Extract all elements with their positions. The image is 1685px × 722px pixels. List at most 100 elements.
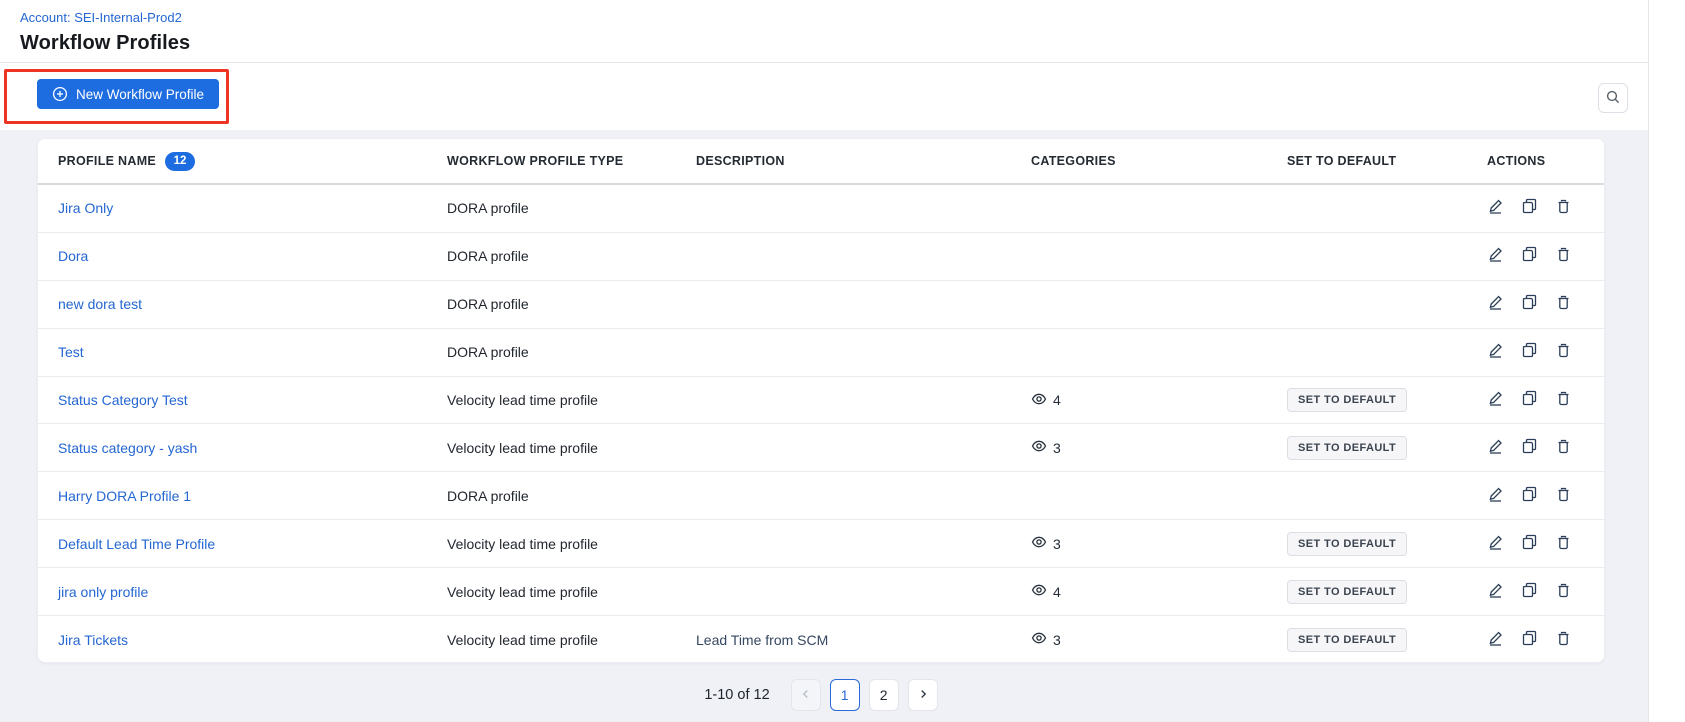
table-body: Jira Only DORA profile (38, 185, 1604, 663)
profile-name-link[interactable]: Jira Only (58, 200, 113, 216)
categories-count: 4 (1053, 392, 1061, 408)
account-breadcrumb[interactable]: Account: SEI-Internal-Prod2 (20, 10, 182, 25)
categories-count: 4 (1053, 584, 1061, 600)
profile-type: Velocity lead time profile (447, 632, 696, 648)
eye-icon (1031, 582, 1047, 601)
delete-button[interactable] (1555, 534, 1572, 554)
profile-type: DORA profile (447, 296, 696, 312)
delete-button[interactable] (1555, 582, 1572, 602)
search-icon (1605, 89, 1621, 108)
profile-name-link[interactable]: jira only profile (58, 584, 148, 600)
copy-button[interactable] (1521, 486, 1538, 506)
profile-name-link[interactable]: new dora test (58, 296, 142, 312)
edit-button[interactable] (1487, 390, 1504, 410)
delete-button[interactable] (1555, 342, 1572, 362)
profile-type: Velocity lead time profile (447, 440, 696, 456)
edit-button[interactable] (1487, 198, 1504, 218)
row-count-badge: 12 (165, 152, 195, 171)
copy-button[interactable] (1521, 294, 1538, 314)
table-row: new dora test DORA profile (38, 281, 1604, 329)
search-button[interactable] (1598, 83, 1628, 113)
copy-icon (1521, 198, 1538, 218)
chevron-left-icon (799, 687, 813, 704)
table-row: Jira Only DORA profile (38, 185, 1604, 233)
copy-button[interactable] (1521, 198, 1538, 218)
column-categories: CATEGORIES (1031, 154, 1287, 168)
delete-button[interactable] (1555, 630, 1572, 650)
edit-pencil-icon (1487, 342, 1504, 362)
profile-type: DORA profile (447, 200, 696, 216)
profile-name-link[interactable]: Dora (58, 248, 88, 264)
new-workflow-profile-button[interactable]: New Workflow Profile (37, 79, 219, 109)
delete-button[interactable] (1555, 438, 1572, 458)
edit-button[interactable] (1487, 486, 1504, 506)
edit-button[interactable] (1487, 294, 1504, 314)
trash-icon (1555, 438, 1572, 458)
categories-count: 3 (1053, 440, 1061, 456)
copy-icon (1521, 342, 1538, 362)
table-header-row: PROFILE NAME 12 WORKFLOW PROFILE TYPE DE… (38, 139, 1604, 185)
column-description: DESCRIPTION (696, 154, 1031, 168)
categories-count: 3 (1053, 536, 1061, 552)
edit-pencil-icon (1487, 438, 1504, 458)
delete-button[interactable] (1555, 246, 1572, 266)
pagination-prev-button[interactable] (791, 679, 821, 711)
trash-icon (1555, 294, 1572, 314)
copy-button[interactable] (1521, 534, 1538, 554)
edit-button[interactable] (1487, 438, 1504, 458)
trash-icon (1555, 342, 1572, 362)
profile-name-link[interactable]: Jira Tickets (58, 632, 128, 648)
pagination-page-1[interactable]: 1 (830, 679, 860, 711)
profile-type: DORA profile (447, 248, 696, 264)
edit-button[interactable] (1487, 246, 1504, 266)
copy-button[interactable] (1521, 342, 1538, 362)
categories-count: 3 (1053, 632, 1061, 648)
edit-button[interactable] (1487, 342, 1504, 362)
edit-button[interactable] (1487, 582, 1504, 602)
copy-button[interactable] (1521, 630, 1538, 650)
edit-button[interactable] (1487, 534, 1504, 554)
delete-button[interactable] (1555, 486, 1572, 506)
new-workflow-profile-label: New Workflow Profile (76, 87, 204, 102)
delete-button[interactable] (1555, 390, 1572, 410)
pagination-range: 1-10 of 12 (704, 687, 769, 703)
edit-button[interactable] (1487, 630, 1504, 650)
profile-name-link[interactable]: Test (58, 344, 84, 360)
set-to-default-badge: SET TO DEFAULT (1287, 436, 1407, 460)
pagination-page-2[interactable]: 2 (869, 679, 899, 711)
table-row: Status category - yash Velocity lead tim… (38, 424, 1604, 472)
profile-name-link[interactable]: Harry DORA Profile 1 (58, 488, 191, 504)
profile-name-link[interactable]: Status Category Test (58, 392, 188, 408)
copy-icon (1521, 246, 1538, 266)
eye-icon (1031, 438, 1047, 457)
trash-icon (1555, 630, 1572, 650)
trash-icon (1555, 486, 1572, 506)
workflow-profiles-page: Account: SEI-Internal-Prod2 Workflow Pro… (0, 0, 1685, 722)
copy-icon (1521, 486, 1538, 506)
delete-button[interactable] (1555, 198, 1572, 218)
delete-button[interactable] (1555, 294, 1572, 314)
copy-button[interactable] (1521, 438, 1538, 458)
profile-name-link[interactable]: Default Lead Time Profile (58, 536, 215, 552)
profiles-table: PROFILE NAME 12 WORKFLOW PROFILE TYPE DE… (37, 138, 1605, 663)
edit-pencil-icon (1487, 390, 1504, 410)
profile-name-link[interactable]: Status category - yash (58, 440, 197, 456)
copy-button[interactable] (1521, 582, 1538, 602)
profile-categories: 3 (1031, 534, 1061, 553)
profile-categories: 3 (1031, 630, 1061, 649)
plus-circle-icon (52, 86, 68, 102)
table-row: Status Category Test Velocity lead time … (38, 377, 1604, 425)
content-right-border (1648, 0, 1649, 722)
eye-icon (1031, 534, 1047, 553)
set-to-default-badge: SET TO DEFAULT (1287, 628, 1407, 652)
profile-type: Velocity lead time profile (447, 392, 696, 408)
profile-type: Velocity lead time profile (447, 584, 696, 600)
pagination-next-button[interactable] (908, 679, 938, 711)
column-profile-name: PROFILE NAME 12 (38, 152, 447, 171)
trash-icon (1555, 582, 1572, 602)
copy-button[interactable] (1521, 390, 1538, 410)
copy-button[interactable] (1521, 246, 1538, 266)
column-profile-name-label: PROFILE NAME (58, 154, 156, 168)
pagination: 1-10 of 12 1 2 (37, 677, 1605, 713)
eye-icon (1031, 391, 1047, 410)
